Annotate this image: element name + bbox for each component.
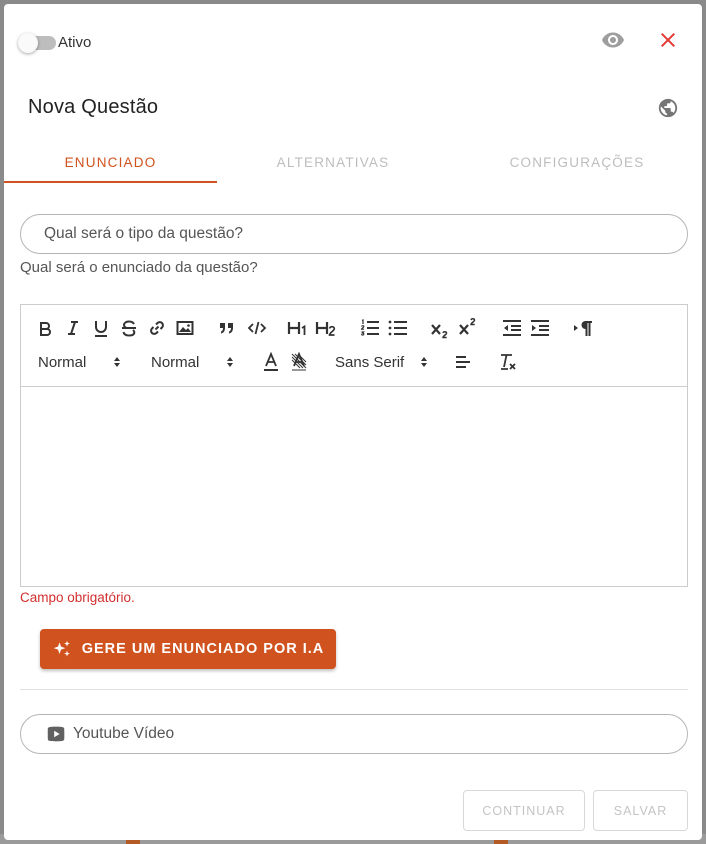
tab-enunciado[interactable]: ENUNCIADO: [4, 142, 217, 182]
header-select[interactable]: Normal: [38, 351, 122, 373]
blockquote-icon[interactable]: [217, 317, 237, 339]
chevron-up-down-icon: [112, 355, 122, 369]
youtube-icon: [47, 726, 65, 742]
toggle-thumb[interactable]: [18, 32, 38, 53]
bullet-list-icon[interactable]: [387, 317, 409, 339]
toggle-track[interactable]: [18, 32, 56, 53]
superscript-icon[interactable]: [457, 315, 479, 339]
close-icon[interactable]: [656, 28, 680, 52]
tab-bar: ENUNCIADO ALTERNATIVAS CONFIGURAÇÕES: [4, 142, 702, 184]
italic-icon[interactable]: [63, 317, 83, 339]
tab-configuracoes[interactable]: CONFIGURAÇÕES: [457, 142, 697, 182]
ordered-list-icon[interactable]: [359, 317, 381, 339]
chevron-up-down-icon: [419, 355, 429, 369]
header-select-value: Normal: [38, 353, 87, 371]
editor-toolbar: Normal Normal Sans Serif: [21, 305, 687, 387]
globe-icon[interactable]: [656, 96, 680, 120]
text-color-icon[interactable]: [261, 351, 281, 373]
heading-1-icon[interactable]: [286, 317, 310, 339]
font-select[interactable]: Sans Serif: [335, 351, 429, 373]
question-type-input[interactable]: [44, 225, 687, 243]
tab-indicator: [4, 181, 217, 183]
clear-format-icon[interactable]: [497, 351, 519, 373]
youtube-field[interactable]: [20, 714, 688, 754]
tab-alternativas[interactable]: ALTERNATIVAS: [217, 142, 449, 182]
chevron-up-down-icon: [225, 355, 235, 369]
background-color-icon[interactable]: [289, 351, 309, 373]
divider: [20, 689, 688, 690]
editor-content-area[interactable]: [21, 387, 687, 586]
question-modal: Ativo Nova Questão ENUNCIADO ALTERNATIVA…: [4, 4, 702, 840]
size-select-value: Normal: [151, 353, 200, 371]
page-title: Nova Questão: [28, 96, 159, 118]
sparkle-icon: [53, 640, 70, 657]
bold-icon[interactable]: [35, 317, 55, 339]
text-direction-icon[interactable]: [571, 317, 595, 339]
indent-icon[interactable]: [529, 317, 551, 339]
generate-ai-statement-button[interactable]: GERE UM ENUNCIADO POR I.A: [40, 629, 336, 669]
ai-button-label: GERE UM ENUNCIADO POR I.A: [81, 641, 325, 657]
continue-button[interactable]: CONTINUAR: [463, 790, 585, 831]
subscript-icon[interactable]: [429, 317, 451, 341]
save-button[interactable]: SALVAR: [593, 790, 688, 831]
heading-2-icon[interactable]: [314, 317, 338, 339]
rich-text-editor: Normal Normal Sans Serif: [20, 304, 688, 587]
outdent-icon[interactable]: [501, 317, 523, 339]
code-icon[interactable]: [246, 317, 268, 339]
eye-icon[interactable]: [600, 28, 626, 52]
error-message: Campo obrigatório.: [20, 590, 135, 605]
active-toggle[interactable]: Ativo: [18, 32, 92, 53]
strike-icon[interactable]: [119, 317, 139, 339]
font-select-value: Sans Serif: [335, 353, 405, 371]
youtube-input[interactable]: [73, 725, 687, 743]
link-icon[interactable]: [147, 317, 167, 339]
image-icon[interactable]: [175, 317, 195, 339]
size-select[interactable]: Normal: [151, 351, 235, 373]
statement-helper-text: Qual será o enunciado da questão?: [20, 259, 258, 276]
underline-icon[interactable]: [91, 317, 111, 339]
align-icon[interactable]: [453, 351, 473, 373]
question-type-field[interactable]: [20, 214, 688, 254]
toggle-label: Ativo: [58, 34, 92, 51]
